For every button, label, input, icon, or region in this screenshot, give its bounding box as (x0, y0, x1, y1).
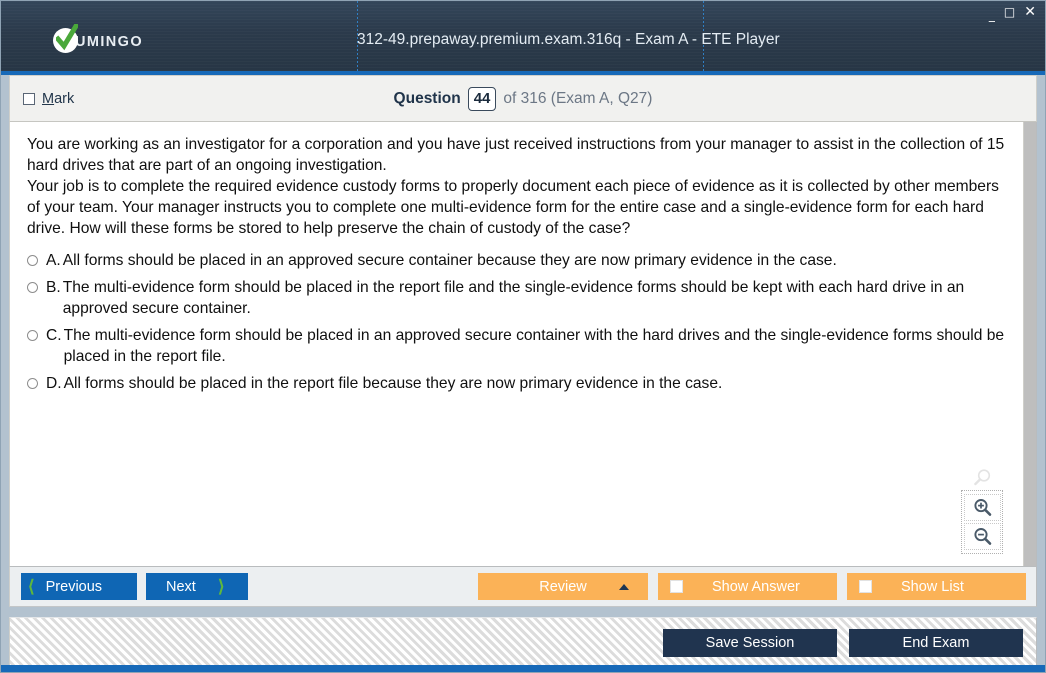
question-number-input[interactable]: 44 (467, 86, 497, 111)
chevron-up-icon (619, 583, 629, 590)
answer-letter-d: D. (46, 375, 62, 393)
chevron-left-icon: ⟨ (28, 577, 35, 596)
minimize-icon[interactable]: _ (989, 9, 995, 21)
footer-bar: Save Session End Exam (9, 617, 1037, 668)
content-scrollbar-gutter[interactable] (1023, 122, 1036, 566)
chevron-right-icon: ⟩ (217, 577, 225, 596)
maximize-icon[interactable]: □ (1004, 6, 1015, 18)
show-list-button[interactable]: Show List (847, 573, 1026, 600)
previous-button[interactable]: ⟨ Previous (21, 573, 137, 600)
question-text: You are working as an investigator for a… (27, 134, 1014, 239)
answer-text-a: All forms should be placed in an approve… (62, 252, 837, 270)
answer-letter-b: B. (46, 279, 61, 297)
close-icon[interactable]: ✕ (1024, 5, 1036, 19)
logo-wordmark: UMINGO (75, 34, 144, 51)
logo-check-circle (53, 24, 78, 53)
ete-player-window: UMINGO 312-49.prepaway.premium.exam.316q… (0, 0, 1046, 673)
answer-radio-a[interactable] (27, 255, 38, 267)
question-content-sheet: You are working as an investigator for a… (9, 122, 1037, 567)
zoom-tools-cluster (961, 468, 1003, 554)
body-panel: Mark Question 44 of 316 (Exam A, Q27) Yo… (1, 75, 1045, 617)
mark-checkbox[interactable] (23, 92, 35, 105)
answer-radio-c[interactable] (27, 330, 38, 342)
zoom-in-icon (973, 499, 991, 516)
zoom-out-button[interactable] (963, 523, 1001, 550)
answer-options-list: A. All forms should be placed in an appr… (27, 250, 1014, 394)
answer-radio-b[interactable] (27, 282, 38, 294)
answer-letter-a: A. (46, 252, 61, 270)
answer-option-a[interactable]: A. All forms should be placed in an appr… (27, 250, 1014, 271)
mark-label: Mark (42, 90, 75, 107)
mark-question-control[interactable]: Mark (23, 91, 74, 107)
zoom-out-icon (973, 528, 991, 545)
action-bar-right-group: Review Show Answer Show List (478, 573, 1026, 600)
magnifier-icon (961, 468, 1003, 487)
previous-button-label: Previous (45, 578, 103, 595)
question-header-bar: Mark Question 44 of 316 (Exam A, Q27) (9, 75, 1037, 122)
review-button-label: Review (539, 578, 587, 595)
title-bar: UMINGO 312-49.prepaway.premium.exam.316q… (1, 1, 1045, 75)
next-button[interactable]: Next ⟩ (146, 573, 248, 600)
review-button[interactable]: Review (478, 573, 648, 600)
answer-option-d[interactable]: D. All forms should be placed in the rep… (27, 373, 1014, 394)
save-session-button[interactable]: Save Session (663, 629, 837, 657)
next-button-label: Next (166, 578, 196, 595)
question-paragraph-2: Your job is to complete the required evi… (27, 178, 999, 238)
zoom-buttons-group (961, 490, 1003, 554)
end-exam-button[interactable]: End Exam (849, 629, 1023, 657)
question-counter: Question 44 of 316 (Exam A, Q27) (10, 86, 1036, 111)
question-counter-suffix: of 316 (Exam A, Q27) (503, 89, 653, 107)
question-paragraph-1: You are working as an investigator for a… (27, 136, 1005, 175)
show-answer-label: Show Answer (712, 578, 800, 595)
show-answer-button[interactable]: Show Answer (658, 573, 837, 600)
zoom-in-button[interactable] (963, 494, 1001, 521)
green-check-icon (56, 24, 78, 51)
bottom-accent-bar (1, 665, 1045, 672)
window-title: 312-49.prepaway.premium.exam.316q - Exam… (357, 31, 780, 48)
answer-radio-d[interactable] (27, 378, 38, 390)
show-list-label: Show List (901, 578, 964, 595)
answer-letter-c: C. (46, 327, 62, 345)
window-controls: _ □ ✕ (989, 5, 1036, 21)
question-counter-label: Question (393, 89, 461, 107)
answer-text-c: The multi-evidence form should be placed… (63, 327, 1005, 366)
answer-text-d: All forms should be placed in the report… (63, 375, 723, 393)
answer-option-c[interactable]: C. The multi-evidence form should be pla… (27, 325, 1014, 367)
vumingo-logo: UMINGO (53, 24, 144, 53)
answer-option-b[interactable]: B. The multi-evidence form should be pla… (27, 277, 1014, 319)
answer-text-b: The multi-evidence form should be placed… (62, 279, 965, 318)
show-list-checkbox[interactable] (859, 580, 872, 593)
action-bar: ⟨ Previous Next ⟩ Review Show Answer Sho… (9, 567, 1037, 607)
show-answer-checkbox[interactable] (670, 580, 683, 593)
